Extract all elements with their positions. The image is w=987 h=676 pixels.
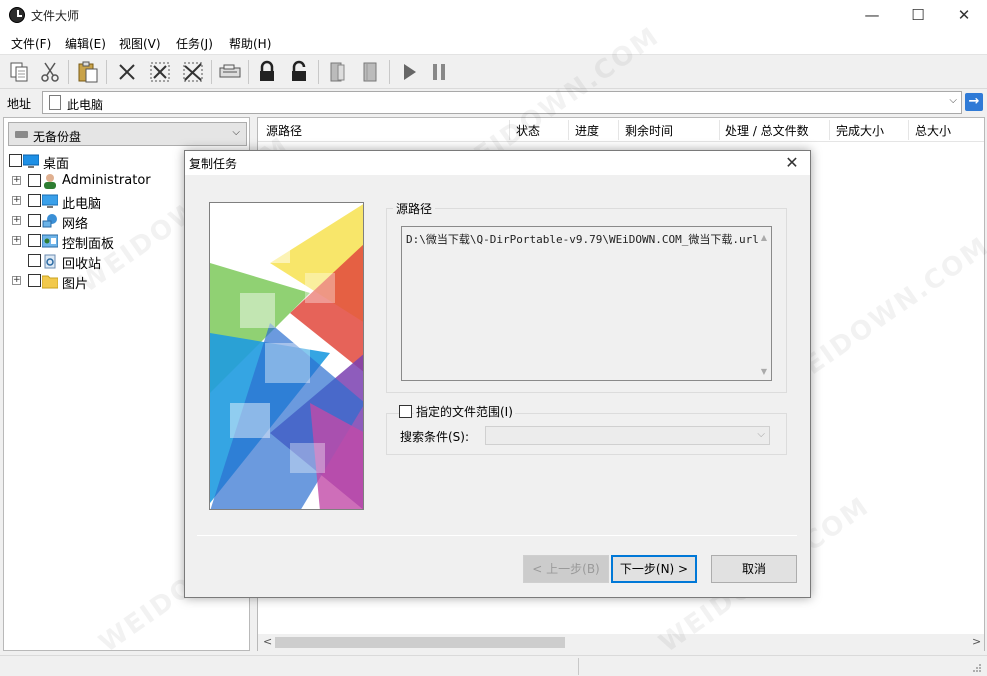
chevron-down-icon: ⌵ [232,127,240,138]
next-button[interactable]: 下一步(N) > [611,555,697,583]
scroll-down-icon[interactable]: ▼ [761,367,767,376]
tree-checkbox[interactable] [28,234,41,247]
expand-icon[interactable]: + [12,176,21,185]
folder-icon [41,273,59,289]
app-clock-icon [9,7,25,23]
backup-drive-value: 无备份盘 [33,130,82,144]
tree-item-label: 网络 [62,217,89,232]
copy-task-dialog: 复制任务 ✕ 源路径 D:\微当下载\Q-DirPortable-v9.79\W… [184,150,811,598]
unlock-icon[interactable] [287,60,311,84]
search-condition-label: 搜索条件(S): [400,430,470,444]
recycle-bin-icon [42,253,58,269]
tree-item-label: 此电脑 [62,197,102,212]
book-close-icon[interactable] [358,60,382,84]
scroll-up-icon[interactable]: ▲ [761,233,767,242]
dialog-close-icon[interactable]: ✕ [780,151,804,175]
menu-file[interactable]: 文件(F) [11,35,51,52]
tree-item-label: Administrator [62,173,151,188]
chevron-down-icon[interactable]: ⌵ [949,95,957,106]
source-path-group-label: 源路径 [393,200,436,217]
search-condition-combo[interactable]: ⌵ [485,426,770,445]
chevron-down-icon: ⌵ [757,429,765,440]
expand-icon[interactable]: + [12,216,21,225]
tree-checkbox[interactable] [28,254,41,267]
maximize-button[interactable]: ☐ [895,0,941,31]
toolbar [0,55,987,89]
copy-icon[interactable] [8,60,32,84]
tree-checkbox[interactable] [9,154,22,167]
tree-item-label: 图片 [62,277,89,292]
delete-icon[interactable] [115,60,139,84]
address-combo[interactable]: 此电脑 ⌵ [42,91,962,114]
lock-icon[interactable] [255,60,279,84]
title-bar: 文件大师 — ☐ ✕ [0,0,987,31]
expand-icon[interactable]: + [12,196,21,205]
tree-item-label: 回收站 [62,257,102,272]
close-button[interactable]: ✕ [941,0,987,31]
file-range-checkbox[interactable] [399,405,412,418]
play-icon[interactable] [397,60,421,84]
col-processed-total-files[interactable]: 处理 / 总文件数 [725,122,809,139]
scroll-right-icon[interactable]: > [972,635,981,648]
tree-item-label: 控制面板 [62,237,115,252]
book-open-icon[interactable] [326,60,350,84]
resize-grip-icon[interactable] [972,662,982,672]
source-path-value: D:\微当下载\Q-DirPortable-v9.79\WEiDOWN.COM_… [406,233,759,246]
task-table-header: 源路径 状态 进度 剩余时间 处理 / 总文件数 完成大小 总大小 [258,118,984,142]
file-range-checkbox-label[interactable]: 指定的文件范围(I) [414,403,515,420]
network-icon [42,213,58,229]
dialog-title-bar: 复制任务 ✕ [185,151,810,175]
tree-checkbox[interactable] [28,214,41,227]
dialog-title: 复制任务 [189,157,238,171]
cut-icon[interactable] [38,60,62,84]
expand-icon[interactable]: + [12,236,21,245]
address-value: 此电脑 [67,98,104,112]
wizard-decorative-image [209,202,364,510]
user-icon [42,173,58,189]
col-remaining-time[interactable]: 剩余时间 [625,122,673,139]
device-icon[interactable] [218,60,242,84]
col-completed-size[interactable]: 完成大小 [836,122,884,139]
dialog-separator [197,535,797,536]
backup-drive-combo[interactable]: 无备份盘 ⌵ [8,122,247,146]
delete-selection-icon[interactable] [148,60,172,84]
desktop-icon [22,153,40,169]
menu-help[interactable]: 帮助(H) [229,35,271,52]
tree-checkbox[interactable] [28,274,41,287]
address-label: 地址 [7,97,32,111]
scroll-left-icon[interactable]: < [263,635,272,648]
status-bar [0,655,987,676]
cancel-button[interactable]: 取消 [711,555,797,583]
computer-icon [41,193,59,209]
col-total-size[interactable]: 总大小 [915,122,951,139]
tree-checkbox[interactable] [28,174,41,187]
menu-view[interactable]: 视图(V) [119,35,161,52]
window-title: 文件大师 [31,9,80,23]
menu-edit[interactable]: 编辑(E) [65,35,106,52]
menu-task[interactable]: 任务(J) [176,35,213,52]
document-icon [49,95,61,110]
col-status[interactable]: 状态 [516,122,540,139]
drive-icon [15,131,28,138]
control-panel-icon [41,233,59,249]
scroll-thumb[interactable] [275,637,565,648]
tree-checkbox[interactable] [28,194,41,207]
minimize-button[interactable]: — [849,0,895,31]
col-progress[interactable]: 进度 [575,122,599,139]
horizontal-scrollbar[interactable]: < > [258,634,984,651]
col-source-path[interactable]: 源路径 [266,122,302,139]
source-path-textarea[interactable]: D:\微当下载\Q-DirPortable-v9.79\WEiDOWN.COM_… [401,226,772,381]
tree-item-label: 桌面 [43,157,70,172]
delete-all-icon[interactable] [181,60,205,84]
pause-icon[interactable] [427,60,451,84]
expand-icon[interactable]: + [12,276,21,285]
previous-button[interactable]: < 上一步(B) [523,555,609,583]
go-arrow-icon[interactable]: → [965,93,983,111]
paste-icon[interactable] [76,60,100,84]
menu-bar: 文件(F) 编辑(E) 视图(V) 任务(J) 帮助(H) [0,31,987,55]
